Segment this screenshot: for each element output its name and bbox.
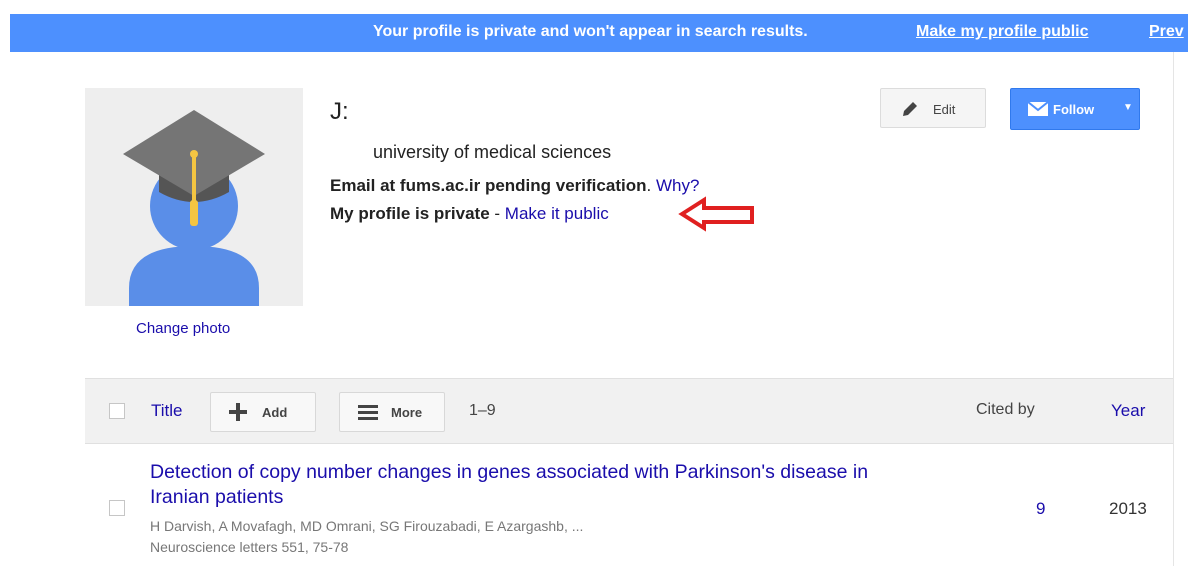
chevron-down-icon: ▼ — [1123, 102, 1133, 113]
plus-icon — [229, 403, 247, 421]
privacy-status-text: My profile is private — [330, 204, 490, 223]
profile-photo[interactable] — [85, 88, 303, 306]
profile-name: J: — [330, 98, 349, 125]
edit-label: Edit — [933, 102, 956, 117]
banner-message: Your profile is private and won't appear… — [373, 23, 808, 40]
article-title-link[interactable]: Detection of copy number changes in gene… — [150, 460, 930, 510]
articles-toolbar: Title Add More 1–9 Cited by Year — [85, 378, 1173, 444]
profile-affiliation: university of medical sciences — [373, 142, 612, 162]
cited-by-column-header: Cited by — [976, 401, 1035, 418]
make-it-public-link[interactable]: Make it public — [505, 204, 609, 223]
more-label: More — [391, 405, 423, 420]
preview-link[interactable]: Prev — [1149, 23, 1184, 41]
article-venue: Neuroscience letters 551, 75-78 — [150, 539, 349, 555]
title-column-header[interactable]: Title — [151, 401, 183, 421]
why-link[interactable]: Why? — [656, 176, 699, 195]
red-arrow-annotation-icon — [678, 196, 754, 232]
edit-button[interactable]: Edit — [880, 88, 986, 128]
email-verification-line: Email at fums.ac.ir pending verification… — [330, 176, 699, 196]
page-right-border — [1173, 52, 1174, 566]
table-row: Detection of copy number changes in gene… — [85, 450, 1173, 566]
article-year: 2013 — [1109, 499, 1147, 518]
cited-by-count-link[interactable]: 9 — [1036, 499, 1045, 519]
change-photo-link[interactable]: Change photo — [136, 320, 230, 337]
more-button[interactable]: More — [339, 392, 445, 432]
email-separator: . — [646, 176, 652, 195]
envelope-icon — [1028, 102, 1048, 116]
follow-button[interactable]: Follow ▼ — [1010, 88, 1140, 130]
privacy-status-line: My profile is private - Make it public — [330, 204, 609, 224]
row-checkbox[interactable] — [109, 500, 125, 516]
follow-label: Follow — [1053, 102, 1095, 117]
article-authors: H Darvish, A Movafagh, MD Omrani, SG Fir… — [150, 518, 584, 534]
menu-icon — [358, 405, 378, 420]
privacy-banner: Your profile is private and won't appear… — [10, 14, 1188, 52]
graduate-avatar-icon — [85, 88, 303, 306]
make-profile-public-link[interactable]: Make my profile public — [916, 23, 1088, 41]
add-button[interactable]: Add — [210, 392, 316, 432]
privacy-separator: - — [489, 204, 505, 223]
result-range: 1–9 — [469, 402, 496, 419]
email-status-text: Email at fums.ac.ir pending verification — [330, 176, 647, 195]
select-all-checkbox[interactable] — [109, 403, 125, 419]
pencil-icon — [903, 102, 917, 116]
year-column-header[interactable]: Year — [1111, 401, 1145, 421]
add-label: Add — [262, 405, 288, 420]
